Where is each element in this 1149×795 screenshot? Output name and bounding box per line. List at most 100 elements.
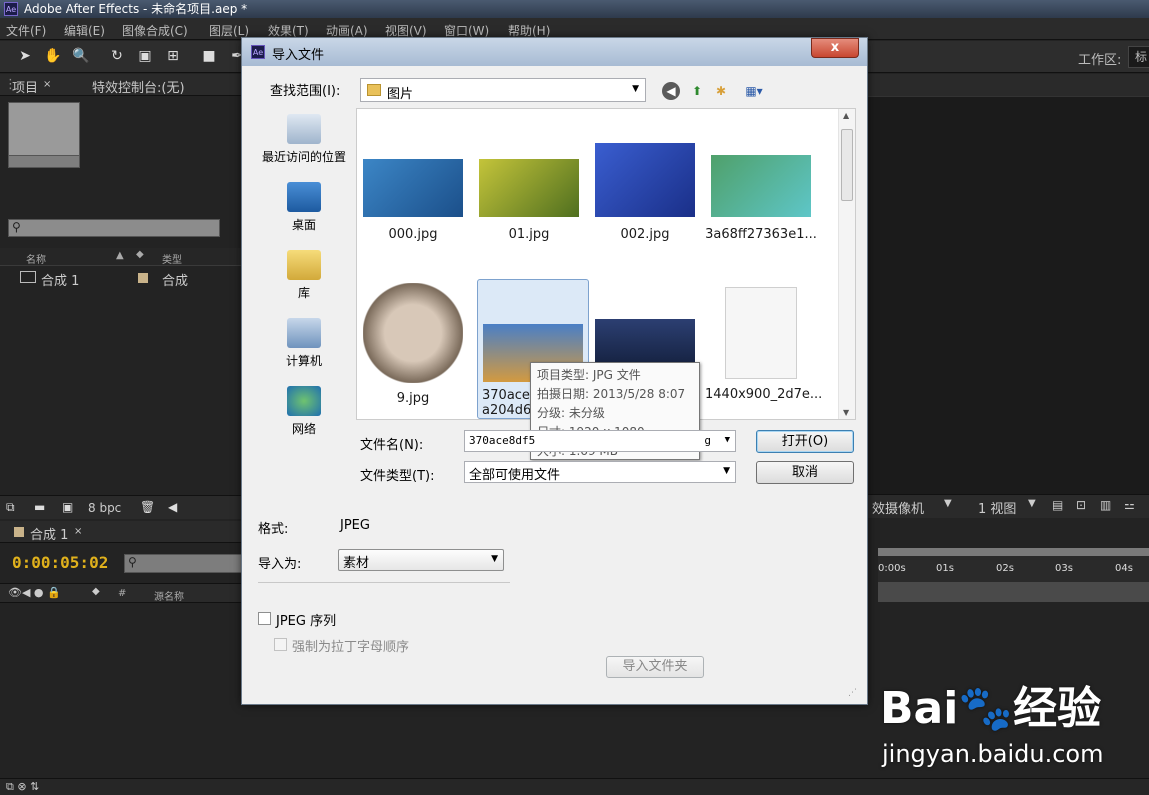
file-thumbnail xyxy=(363,283,463,383)
camera-select[interactable]: 效摄像机 xyxy=(872,498,924,517)
look-in-select[interactable]: 图片 ▼ xyxy=(360,78,646,102)
scroll-up-icon[interactable]: ▲ xyxy=(843,111,849,120)
work-area-bar[interactable] xyxy=(878,582,1149,602)
ae-logo-icon: Ae xyxy=(4,2,18,16)
chevron-down-icon[interactable]: ▼ xyxy=(1028,498,1036,509)
camera-tool-icon[interactable]: ▣ xyxy=(136,47,154,65)
file-item[interactable]: 01.jpg xyxy=(473,159,585,242)
desktop-icon xyxy=(287,182,321,212)
pan-behind-tool-icon[interactable]: ⊞ xyxy=(164,47,182,65)
folder-icon xyxy=(367,84,381,96)
back-icon[interactable]: ◀ xyxy=(662,82,680,100)
column-source-name[interactable]: 源名称 xyxy=(154,588,184,603)
column-name[interactable]: 名称 xyxy=(26,251,46,266)
place-libraries[interactable]: 库 xyxy=(254,250,354,301)
menu-edit[interactable]: 编辑(E) xyxy=(64,22,105,39)
import-file-dialog: Ae 导入文件 x 查找范围(I): 图片 ▼ ◀ ⬆ ✱ ▦▾ 最近访问的位置… xyxy=(241,37,868,705)
zoom-tool-icon[interactable]: 🔍 xyxy=(72,47,90,65)
cancel-button[interactable]: 取消 xyxy=(756,461,854,484)
jpeg-sequence-checkbox[interactable] xyxy=(258,612,271,625)
current-timecode[interactable]: 0:00:05:02 xyxy=(12,553,108,572)
fast-preview-icon[interactable]: ⊡ xyxy=(1076,498,1086,512)
file-name: 002.jpg xyxy=(620,227,670,242)
file-item[interactable]: 3a68ff27363e1... xyxy=(705,155,817,242)
views-select[interactable]: 1 视图 xyxy=(978,498,1016,517)
file-list-scrollbar[interactable]: ▲ ▼ xyxy=(838,109,855,419)
close-icon[interactable]: × xyxy=(74,526,82,537)
dialog-title: 导入文件 xyxy=(272,48,325,63)
timeline-search-input[interactable]: ⚲ xyxy=(124,554,242,573)
import-as-select[interactable]: 素材 ▼ xyxy=(338,549,504,571)
mask-tool-icon[interactable]: ■ xyxy=(200,47,218,65)
view-menu-icon[interactable]: ▦▾ xyxy=(738,82,770,100)
chevron-down-icon[interactable]: ▼ xyxy=(944,498,952,509)
project-thumbnail xyxy=(8,102,80,168)
project-search-input[interactable]: ⚲ xyxy=(8,219,220,237)
close-icon[interactable]: × xyxy=(43,79,51,90)
tab-effect-controls[interactable]: 特效控制台:(无) xyxy=(92,77,185,96)
look-in-value: 图片 xyxy=(387,87,414,102)
place-computer[interactable]: 计算机 xyxy=(254,318,354,369)
scroll-down-icon[interactable]: ▼ xyxy=(843,408,849,417)
workspace-label: 工作区: xyxy=(1078,53,1122,68)
filetype-select[interactable]: 全部可使用文件 ▼ xyxy=(464,461,736,483)
paw-icon: 🐾 xyxy=(958,683,1014,734)
trash-icon[interactable]: 🗑 xyxy=(140,500,155,514)
file-item[interactable]: 002.jpg xyxy=(589,143,701,242)
column-type[interactable]: 类型 xyxy=(162,251,182,266)
scroll-left-icon[interactable]: ◀ xyxy=(168,500,177,514)
tab-project[interactable]: 项目 xyxy=(12,77,38,96)
import-folder-button[interactable]: 导入文件夹 xyxy=(606,656,704,678)
new-folder-icon[interactable]: ✱ xyxy=(712,82,730,100)
scrollbar-thumb[interactable] xyxy=(841,129,853,201)
timeline-tab-bar: 合成 1 × xyxy=(0,521,242,543)
item-name: 合成 1 xyxy=(41,274,80,289)
selection-tool-icon[interactable]: ➤ xyxy=(16,47,34,65)
ruler-tick: 01s xyxy=(936,563,954,574)
menu-composition[interactable]: 图像合成(C) xyxy=(122,22,188,39)
chevron-down-icon[interactable]: ▼ xyxy=(725,435,730,445)
label-tag-icon[interactable]: ◆ xyxy=(136,249,144,260)
flowchart-icon[interactable]: ⚍ xyxy=(1124,498,1135,512)
status-icons[interactable]: ⧉ ⊗ ⇅ xyxy=(6,780,39,794)
time-ruler[interactable]: 0:00s 01s 02s 03s 04s xyxy=(878,548,1149,586)
filename-label: 文件名(N): xyxy=(360,438,424,453)
filename-input[interactable]: 370ace8df5 g ▼ xyxy=(464,430,736,452)
new-composition-icon[interactable]: ▣ xyxy=(62,500,73,514)
place-network[interactable]: 网络 xyxy=(254,386,354,437)
timeline-icon[interactable]: ▥ xyxy=(1100,498,1111,512)
tab-composition[interactable]: 合成 1 xyxy=(30,524,68,543)
visibility-audio-solo-lock-icons[interactable]: 👁◀ ● 🔒 xyxy=(8,586,61,599)
filetype-value: 全部可使用文件 xyxy=(469,468,561,483)
place-recent[interactable]: 最近访问的位置 xyxy=(254,114,354,165)
open-button[interactable]: 打开(O) xyxy=(756,430,854,453)
file-item[interactable]: 000.jpg xyxy=(357,159,469,242)
bit-depth[interactable]: 8 bpc xyxy=(88,501,121,515)
composition-viewer-tabs xyxy=(868,74,1149,96)
file-item[interactable]: 1440x900_2d7e... xyxy=(705,287,822,402)
computer-icon xyxy=(287,318,321,348)
toggle-pixel-aspect-icon[interactable]: ▤ xyxy=(1052,498,1063,512)
blank-file-icon xyxy=(725,287,797,379)
file-name: 9.jpg xyxy=(396,391,430,406)
hand-tool-icon[interactable]: ✋ xyxy=(44,47,62,65)
place-label: 桌面 xyxy=(291,218,316,232)
workspace-select[interactable]: 标 xyxy=(1128,46,1149,68)
new-folder-icon[interactable]: ▬ xyxy=(34,500,45,514)
place-desktop[interactable]: 桌面 xyxy=(254,182,354,233)
place-label: 最近访问的位置 xyxy=(261,150,346,164)
filetype-label: 文件类型(T): xyxy=(360,469,435,484)
sort-arrow-icon[interactable]: ▲ xyxy=(116,250,124,261)
label-tag-icon[interactable]: ◆ xyxy=(92,586,100,597)
project-item-row[interactable]: 合成 1 合成 xyxy=(0,268,242,289)
app-title-bar: Ae Adobe After Effects - 未命名项目.aep * xyxy=(0,0,1149,18)
force-alphabetical-checkbox[interactable] xyxy=(274,638,287,651)
resize-grip-icon[interactable]: ⋰ xyxy=(848,688,857,698)
up-folder-icon[interactable]: ⬆ xyxy=(688,82,706,100)
interpret-footage-icon[interactable]: ⧉ xyxy=(6,500,15,515)
comp-color-swatch xyxy=(14,527,24,537)
rotate-tool-icon[interactable]: ↻ xyxy=(108,47,126,65)
close-button[interactable]: x xyxy=(811,38,859,58)
file-item[interactable]: 9.jpg xyxy=(357,283,469,406)
menu-file[interactable]: 文件(F) xyxy=(6,22,46,39)
